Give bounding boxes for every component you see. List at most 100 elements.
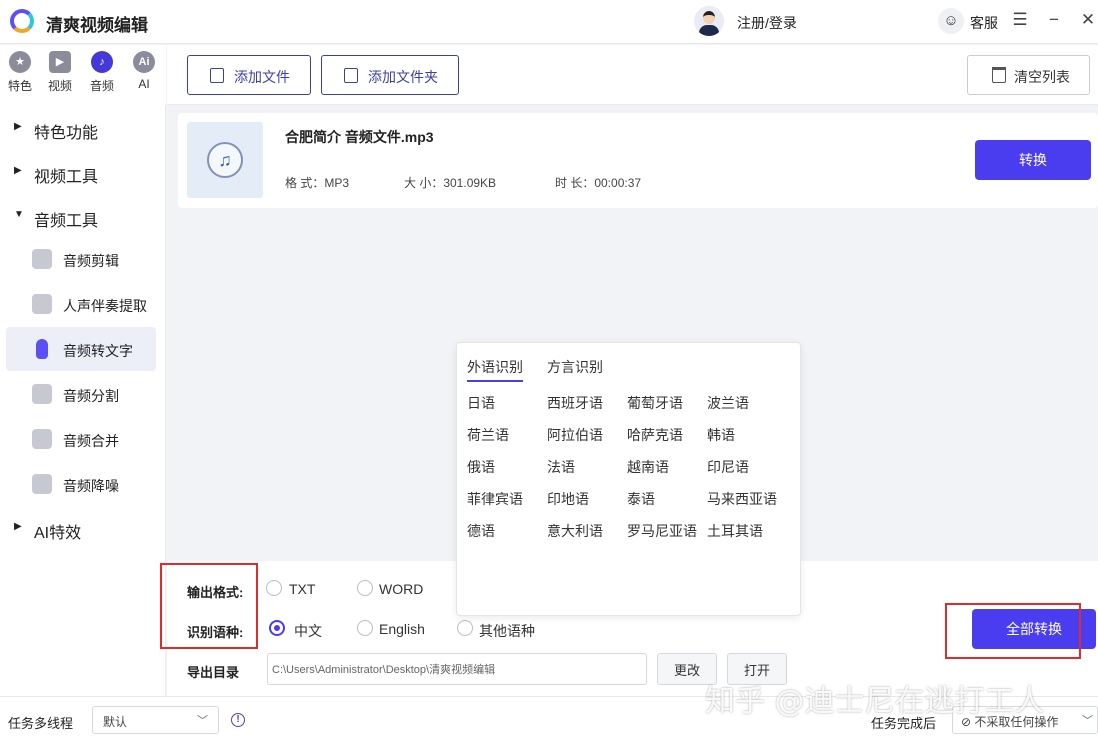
language-label: 识别语种: <box>187 625 244 640</box>
audio-merge-icon <box>32 429 52 449</box>
music-note-icon: ♫ <box>207 142 243 178</box>
language-popup: 外语识别 方言识别 日语 西班牙语 葡萄牙语 波兰语荷兰语 阿拉伯语 哈萨克语 韩语俄语 法语… <box>456 342 801 616</box>
convert-button[interactable]: 转换 <box>975 140 1091 180</box>
sidebar-group-ai[interactable]: ▶ AI特效 <box>0 507 166 551</box>
sidebar-group-featured[interactable]: ▶ 特色功能 <box>0 107 166 151</box>
sidebar-item-audio-cut[interactable]: 音频剪辑 <box>6 237 156 281</box>
language-option[interactable]: 印尼语 <box>707 457 783 477</box>
category-label: 音频 <box>89 79 114 93</box>
format-option-txt[interactable]: TXT <box>289 581 315 597</box>
minimize-icon[interactable]: − <box>1042 8 1066 32</box>
menu-icon[interactable]: ☰ <box>1008 8 1032 32</box>
ai-icon: Ai <box>133 51 155 73</box>
language-radio-chinese[interactable] <box>269 620 285 636</box>
sidebar: ▶ 特色功能 ▶ 视频工具 ▼ 音频工具 音频剪辑 人声伴奏提取 音频转文字 音… <box>0 105 166 696</box>
file-duration: 时 长：00:00:37 <box>555 176 642 190</box>
caret-right-icon: ▶ <box>14 521 22 532</box>
language-option[interactable]: 泰语 <box>627 489 703 509</box>
customer-service-icon[interactable]: ☺ <box>938 8 964 34</box>
language-option[interactable]: 印地语 <box>547 489 623 509</box>
language-option[interactable]: 哈萨克语 <box>627 425 703 445</box>
trash-icon <box>992 67 1006 83</box>
language-option[interactable]: 土耳其语 <box>707 521 783 541</box>
star-icon: ★ <box>9 51 31 73</box>
category-label: 特色 <box>7 79 32 93</box>
login-link[interactable]: 注册/登录 <box>737 13 797 33</box>
language-option-other[interactable]: 其他语种 <box>479 621 535 641</box>
category-tab-video[interactable]: ▶ 视频 <box>40 51 80 94</box>
tab-foreign-language[interactable]: 外语识别 <box>467 357 523 382</box>
language-option[interactable]: 马来西亚语 <box>707 489 783 509</box>
sidebar-item-label: 音频转文字 <box>63 343 133 359</box>
language-option[interactable]: 西班牙语 <box>547 393 623 413</box>
language-option[interactable]: 韩语 <box>707 425 783 445</box>
language-option[interactable]: 日语 <box>467 393 543 413</box>
file-size: 大 小：301.09KB <box>404 176 497 190</box>
close-icon[interactable]: ✕ <box>1076 8 1098 32</box>
language-option[interactable]: 葡萄牙语 <box>627 393 703 413</box>
language-option[interactable]: 菲律宾语 <box>467 489 543 509</box>
file-name: 合肥简介 音频文件.mp3 <box>285 129 434 145</box>
language-radio-other[interactable] <box>457 620 473 636</box>
language-option[interactable]: 越南语 <box>627 457 703 477</box>
language-option[interactable]: 荷兰语 <box>467 425 543 445</box>
tab-dialect[interactable]: 方言识别 <box>547 357 603 380</box>
user-avatar[interactable] <box>694 6 724 36</box>
threads-value: 默认 <box>103 715 128 729</box>
category-label: AI <box>138 77 150 91</box>
language-option[interactable]: 德语 <box>467 521 543 541</box>
chevron-down-icon: ﹀ <box>197 715 208 727</box>
format-option-word[interactable]: WORD <box>379 581 423 597</box>
language-option[interactable]: 意大利语 <box>547 521 623 541</box>
app-logo-icon <box>10 9 34 33</box>
language-option[interactable]: 法语 <box>547 457 623 477</box>
language-option[interactable]: 罗马尼亚语 <box>627 521 703 541</box>
category-tab-ai[interactable]: Ai AI <box>124 51 164 91</box>
file-thumbnail: ♫ <box>187 122 263 198</box>
language-option[interactable]: 阿拉伯语 <box>547 425 623 445</box>
watermark: 知乎 @迪士尼在逃打工人 <box>705 684 1045 719</box>
sidebar-group-video[interactable]: ▶ 视频工具 <box>0 151 166 195</box>
sidebar-item-label: 人声伴奏提取 <box>63 298 147 314</box>
export-path-input[interactable] <box>267 653 647 685</box>
language-option[interactable]: 俄语 <box>467 457 543 477</box>
noise-reduction-icon <box>32 474 52 494</box>
output-format-label: 输出格式: <box>187 585 244 600</box>
sidebar-group-label: AI特效 <box>34 525 82 542</box>
add-file-button[interactable]: 添加文件 <box>187 55 311 95</box>
category-label: 视频 <box>47 79 72 93</box>
sidebar-item-vocal-extract[interactable]: 人声伴奏提取 <box>6 282 156 326</box>
category-tab-featured[interactable]: ★ 特色 <box>0 51 40 94</box>
sidebar-group-audio[interactable]: ▼ 音频工具 <box>0 195 166 239</box>
threads-select[interactable]: 默认 ﹀ <box>92 706 219 734</box>
highlight-box-convert-all <box>945 603 1081 659</box>
sidebar-group-label: 音频工具 <box>34 213 99 230</box>
sidebar-item-audio-merge[interactable]: 音频合并 <box>6 417 156 461</box>
language-option[interactable]: 波兰语 <box>707 393 783 413</box>
app-title: 清爽视频编辑 <box>46 16 148 35</box>
sidebar-item-label: 音频合并 <box>63 433 119 449</box>
language-radio-english[interactable] <box>357 620 373 636</box>
sidebar-item-audio-to-text[interactable]: 音频转文字 <box>6 327 156 371</box>
sidebar-group-label: 特色功能 <box>34 125 99 142</box>
music-icon: ♪ <box>91 51 113 73</box>
microphone-icon <box>36 339 48 359</box>
threads-label: 任务多线程 <box>8 716 74 731</box>
category-tab-audio[interactable]: ♪ 音频 <box>82 51 122 94</box>
info-icon[interactable]: ! <box>231 713 245 727</box>
customer-service-label[interactable]: 客服 <box>970 13 998 33</box>
sidebar-item-noise-reduction[interactable]: 音频降噪 <box>6 462 156 506</box>
add-folder-icon <box>344 68 358 83</box>
caret-right-icon: ▶ <box>14 121 22 132</box>
add-folder-button[interactable]: 添加文件夹 <box>321 55 459 95</box>
sidebar-item-label: 音频分割 <box>63 388 119 404</box>
sidebar-item-audio-split[interactable]: 音频分割 <box>6 372 156 416</box>
sidebar-item-label: 音频剪辑 <box>63 253 119 269</box>
language-option-chinese[interactable]: 中文 <box>294 621 322 641</box>
clear-list-button[interactable]: 清空列表 <box>967 55 1090 95</box>
language-option-english[interactable]: English <box>379 621 425 637</box>
chevron-down-icon: ﹀ <box>1082 715 1093 727</box>
format-radio-txt[interactable] <box>266 580 282 596</box>
format-radio-word[interactable] <box>357 580 373 596</box>
audio-cut-icon <box>32 249 52 269</box>
